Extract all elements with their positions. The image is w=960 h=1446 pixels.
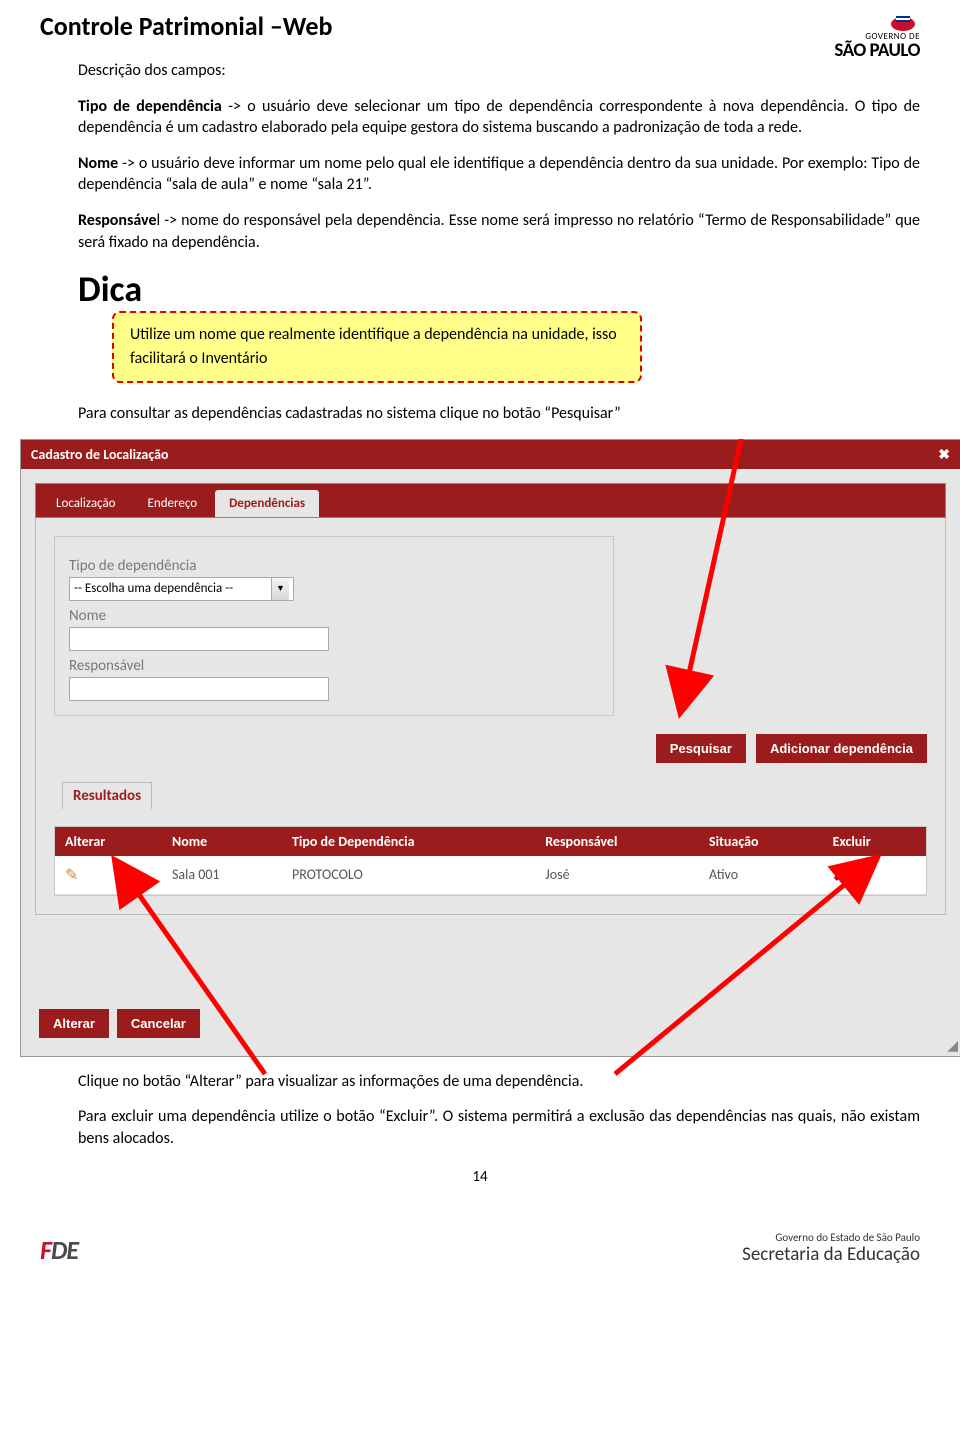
col-nome: Nome xyxy=(162,827,282,856)
pesquisar-button[interactable]: Pesquisar xyxy=(656,734,746,763)
cell-sit: Ativo xyxy=(699,856,823,895)
col-excluir: Excluir xyxy=(823,827,926,856)
adicionar-dependencia-button[interactable]: Adicionar dependência xyxy=(756,734,927,763)
alterar-button[interactable]: Alterar xyxy=(39,1009,109,1038)
gov-sp-logo: GOVERNO DE SÃO PAULO xyxy=(834,10,920,60)
tipo-dependencia-label: Tipo de dependência xyxy=(69,557,599,575)
cell-tipo: PROTOCOLO xyxy=(282,856,535,895)
tipo-dependencia-select[interactable]: -- Escolha uma dependência -- ▼ xyxy=(69,577,294,601)
para-consultar: Para consultar as dependências cadastrad… xyxy=(78,403,920,425)
col-responsavel: Responsável xyxy=(535,827,699,856)
delete-icon[interactable]: ✖ xyxy=(833,864,848,886)
tab-dependencias[interactable]: Dependências xyxy=(215,490,319,517)
fde-logo: FDE xyxy=(40,1234,78,1266)
tab-endereco[interactable]: Endereço xyxy=(134,490,212,517)
page-title: Controle Patrimonial –Web xyxy=(40,10,332,42)
col-tipo: Tipo de Dependência xyxy=(282,827,535,856)
cell-nome: Sala 001 xyxy=(162,856,282,895)
dica-heading: Dica xyxy=(78,267,920,311)
secretaria-educacao-logo: Governo do Estado de São Paulo Secretari… xyxy=(742,1232,920,1266)
chevron-down-icon[interactable]: ▼ xyxy=(271,578,289,600)
cell-resp: José xyxy=(535,856,699,895)
responsavel-input[interactable] xyxy=(69,677,329,701)
nome-label: Nome xyxy=(69,607,599,625)
para-excluir-text: Para excluir uma dependência utilize o b… xyxy=(78,1106,920,1149)
nome-desc: Nome -> o usuário deve informar um nome … xyxy=(78,153,920,196)
responsavel-label: Responsável xyxy=(69,657,599,675)
descricao-campos: Descrição dos campos: xyxy=(78,60,920,82)
edit-icon[interactable]: ✎ xyxy=(65,866,78,885)
close-icon[interactable]: ✖ xyxy=(938,446,950,463)
modal-title: Cadastro de Localização xyxy=(31,446,169,463)
tabs-bar: Localização Endereço Dependências xyxy=(35,483,946,518)
dica-tip-box: Utilize um nome que realmente identifiqu… xyxy=(112,311,642,383)
col-alterar: Alterar xyxy=(55,827,162,856)
nome-input[interactable] xyxy=(69,627,329,651)
cadastro-localizacao-screenshot: Cadastro de Localização ✖ Localização En… xyxy=(20,439,960,1057)
results-table: Alterar Nome Tipo de Dependência Respons… xyxy=(55,827,926,895)
clique-alterar-text: Clique no botão “Alterar” para visualiza… xyxy=(78,1071,920,1093)
form-box: Tipo de dependência -- Escolha uma depen… xyxy=(54,536,614,716)
cancelar-button[interactable]: Cancelar xyxy=(117,1009,200,1038)
modal-header: Cadastro de Localização ✖ xyxy=(21,440,960,469)
tipo-dependencia-desc: Tipo de dependência -> o usuário deve se… xyxy=(78,96,920,139)
page-number: 14 xyxy=(40,1168,920,1186)
responsavel-desc: Responsável -> nome do responsável pela … xyxy=(78,210,920,253)
resultados-tab: Resultados xyxy=(62,782,152,809)
table-row: ✎ Sala 001 PROTOCOLO José Ativo ✖ xyxy=(55,856,926,895)
col-situacao: Situação xyxy=(699,827,823,856)
tab-localizacao[interactable]: Localização xyxy=(42,490,130,517)
resize-grip-icon[interactable]: ◢ xyxy=(947,1037,958,1054)
